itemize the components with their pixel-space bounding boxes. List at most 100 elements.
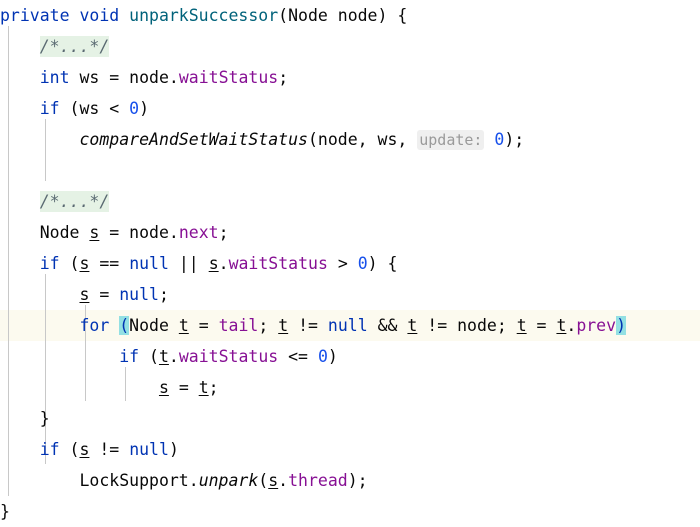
token-plain: } — [0, 409, 50, 428]
code-line[interactable]: s = t; — [0, 372, 700, 403]
token-plain: ( — [59, 254, 80, 273]
code-line[interactable]: compareAndSetWaitStatus(node, ws, update… — [0, 124, 700, 155]
token-identifier-highlighted: s — [208, 254, 219, 273]
code-line[interactable]: private void unparkSuccessor(Node node) … — [0, 0, 700, 31]
token-identifier-highlighted: t — [516, 316, 527, 335]
token-plain: . — [218, 254, 229, 273]
token-plain: ; — [258, 316, 279, 335]
token-plain: (ws < — [59, 99, 130, 118]
token-plain: ) — [139, 99, 150, 118]
token-identifier-highlighted: t — [278, 316, 289, 335]
code-line[interactable]: } — [0, 403, 700, 434]
token-plain: ( — [59, 440, 80, 459]
token-identifier-highlighted: t — [407, 316, 418, 335]
token-plain: && — [367, 316, 408, 335]
token-plain: = node. — [99, 223, 179, 242]
token-field-access: thread — [288, 471, 348, 490]
token-keyword: null — [327, 316, 368, 335]
token-field-access: waitStatus — [178, 347, 279, 366]
token-plain: || — [168, 254, 209, 273]
token-identifier-highlighted: s — [158, 378, 169, 397]
token-plain: ); — [347, 471, 368, 490]
token-keyword: int — [39, 68, 70, 87]
token-identifier-highlighted: s — [79, 254, 90, 273]
code-line[interactable]: Node s = node.next; — [0, 217, 700, 248]
folded-comment-chip[interactable]: /*...*/ — [39, 36, 110, 57]
token-field-access: next — [178, 223, 219, 242]
code-line[interactable]: s = null; — [0, 279, 700, 310]
token-identifier-highlighted: s — [79, 440, 90, 459]
code-line[interactable]: /*...*/ — [0, 31, 700, 62]
parameter-inlay-hint[interactable]: update: — [417, 130, 485, 150]
code-line[interactable]: } — [0, 496, 700, 527]
token-plain: } — [0, 502, 10, 521]
token-plain: ; — [218, 223, 229, 242]
code-line[interactable]: if (s != null) — [0, 434, 700, 465]
token-plain: . — [168, 347, 179, 366]
token-plain: . — [278, 471, 289, 490]
matched-brace: ( — [119, 316, 130, 335]
token-plain: ) — [327, 347, 338, 366]
token-keyword: if — [39, 440, 60, 459]
code-line[interactable]: int ws = node.waitStatus; — [0, 62, 700, 93]
code-line[interactable]: if (s == null || s.waitStatus > 0) { — [0, 248, 700, 279]
token-plain: ; — [158, 285, 169, 304]
token-field-access: waitStatus — [228, 254, 328, 273]
token-plain: ; — [208, 378, 219, 397]
token-plain: Node — [129, 316, 179, 335]
token-plain: == — [89, 254, 130, 273]
token-keyword: for — [79, 316, 110, 335]
code-line[interactable]: if (t.waitStatus <= 0) — [0, 341, 700, 372]
token-field-access: tail — [218, 316, 259, 335]
token-plain: LockSupport. — [0, 471, 199, 490]
token-plain: != node; — [417, 316, 517, 335]
code-line[interactable]: for (Node t = tail; t != null && t != no… — [0, 310, 700, 341]
token-plain: ; — [278, 68, 289, 87]
token-keyword: null — [129, 254, 169, 273]
token-method-name: unparkSuccessor — [129, 6, 279, 25]
token-identifier-highlighted: s — [268, 471, 279, 490]
token-static-method: compareAndSetWaitStatus — [79, 130, 308, 149]
token-plain: = — [89, 285, 120, 304]
token-plain: <= — [278, 347, 318, 366]
token-plain: != — [89, 440, 130, 459]
token-keyword: if — [39, 254, 60, 273]
token-keyword: if — [119, 347, 140, 366]
code-line[interactable]: LockSupport.unpark(s.thread); — [0, 465, 700, 496]
token-field-access: waitStatus — [178, 68, 279, 87]
token-plain: (Node node) { — [278, 6, 408, 25]
token-plain: ) { — [367, 254, 398, 273]
code-line[interactable] — [0, 155, 700, 186]
token-plain: (node, ws, — [307, 130, 418, 149]
code-line[interactable]: /*...*/ — [0, 186, 700, 217]
token-plain: ( — [258, 471, 269, 490]
token-number-literal: 0 — [357, 254, 368, 273]
token-field-access: prev — [576, 316, 617, 335]
token-plain: = — [188, 316, 219, 335]
token-keyword: null — [129, 440, 169, 459]
token-identifier-highlighted: s — [89, 223, 100, 242]
token-keyword: if — [39, 99, 60, 118]
token-identifier-highlighted: t — [198, 378, 209, 397]
token-plain: != — [288, 316, 328, 335]
token-plain: ) — [168, 440, 179, 459]
code-editor-viewport[interactable]: private void unparkSuccessor(Node node) … — [0, 0, 700, 525]
token-plain: = — [526, 316, 557, 335]
folded-comment-chip[interactable]: /*...*/ — [39, 191, 110, 212]
token-plain: ws = node. — [69, 68, 179, 87]
token-plain: = — [168, 378, 199, 397]
code-line[interactable]: if (ws < 0) — [0, 93, 700, 124]
token-plain: ); — [504, 130, 525, 149]
